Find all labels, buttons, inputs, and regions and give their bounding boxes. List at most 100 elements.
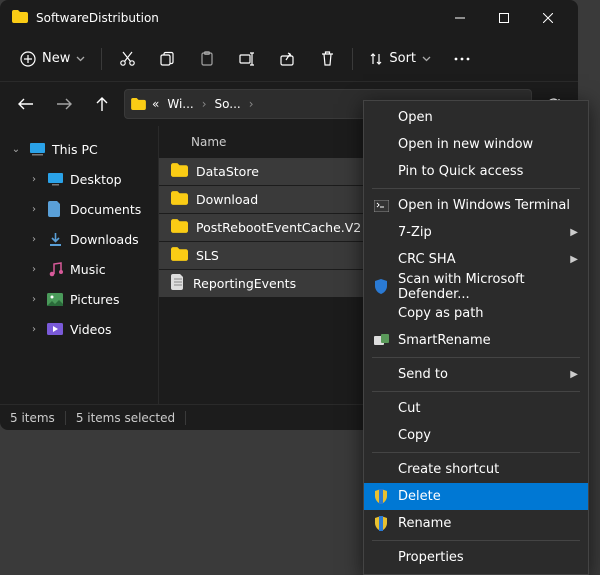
tree-item-music[interactable]: ›Music: [0, 254, 158, 284]
arrow-left-icon: [18, 97, 34, 111]
arrow-right-icon: [56, 97, 72, 111]
rename-button[interactable]: [228, 42, 266, 76]
menu-item-create-shortcut[interactable]: Create shortcut: [364, 456, 588, 483]
tree-item-pictures[interactable]: › Pictures: [0, 284, 158, 314]
file-name: ReportingEvents: [193, 276, 296, 291]
menu-label: SmartRename: [398, 333, 491, 348]
new-button[interactable]: New: [10, 45, 95, 73]
menu-item-open-in-windows-terminal[interactable]: Open in Windows Terminal: [364, 192, 588, 219]
folder-icon: [171, 163, 188, 180]
menu-label: Properties: [398, 550, 464, 565]
tree-item-downloads[interactable]: ›Downloads: [0, 224, 158, 254]
file-icon: [171, 274, 185, 293]
tree-label: Videos: [70, 322, 112, 337]
paste-button[interactable]: [188, 42, 226, 76]
rename-icon: [239, 51, 256, 67]
menu-separator: [372, 391, 580, 392]
menu-label: Send to: [398, 367, 448, 382]
trash-icon: [320, 50, 335, 67]
menu-separator: [372, 540, 580, 541]
tree-item-this-pc[interactable]: ⌄ This PC: [0, 134, 158, 164]
column-label: Name: [191, 135, 226, 149]
folder-icon: [171, 191, 188, 208]
file-name: SLS: [196, 248, 219, 263]
chevron-right-icon[interactable]: ›: [28, 294, 40, 305]
breadcrumb-part[interactable]: Wi...: [165, 97, 195, 111]
terminal-icon: [372, 197, 390, 215]
menu-item-copy-as-path[interactable]: Copy as path: [364, 300, 588, 327]
menu-label: Pin to Quick access: [398, 164, 523, 179]
chevron-right-icon: ▶: [570, 369, 578, 380]
menu-item-cut[interactable]: Cut: [364, 395, 588, 422]
menu-item-smartrename[interactable]: SmartRename: [364, 327, 588, 354]
menu-item-7-zip[interactable]: 7-Zip▶: [364, 219, 588, 246]
menu-item-crc-sha[interactable]: CRC SHA▶: [364, 246, 588, 273]
pictures-icon: [46, 290, 64, 308]
plus-circle-icon: [20, 51, 36, 67]
chevron-right-icon: ›: [247, 97, 256, 111]
menu-label: Open in new window: [398, 137, 533, 152]
maximize-button[interactable]: [482, 2, 526, 34]
menu-separator: [372, 188, 580, 189]
copy-button[interactable]: [148, 42, 186, 76]
status-selected: 5 items selected: [76, 411, 175, 425]
breadcrumb-part[interactable]: So...: [213, 97, 243, 111]
context-menu: Open Open in new window Pin to Quick acces…: [363, 100, 589, 575]
tree-label: This PC: [52, 142, 98, 157]
menu-item-pin-to-quick-access[interactable]: Pin to Quick access: [364, 158, 588, 185]
tree-item-desktop[interactable]: ›Desktop: [0, 164, 158, 194]
menu-label: Copy: [398, 428, 431, 443]
menu-label: 7-Zip: [398, 225, 432, 240]
status-count: 5 items: [10, 411, 55, 425]
minimize-button[interactable]: [438, 2, 482, 34]
back-button[interactable]: [10, 89, 42, 119]
chevron-right-icon[interactable]: ›: [28, 324, 40, 335]
menu-item-delete[interactable]: Delete: [364, 483, 588, 510]
tree-item-documents[interactable]: ›Documents: [0, 194, 158, 224]
menu-label: Delete: [398, 489, 441, 504]
chevron-down-icon[interactable]: ⌄: [10, 144, 22, 155]
menu-item-rename[interactable]: Rename: [364, 510, 588, 537]
menu-item-properties[interactable]: Properties: [364, 544, 588, 571]
folder-icon: [171, 219, 188, 236]
menu-item-scan-with-microsoft-defender[interactable]: Scan with Microsoft Defender...: [364, 273, 588, 300]
sort-button[interactable]: Sort: [359, 45, 441, 72]
menu-separator: [372, 452, 580, 453]
forward-button[interactable]: [48, 89, 80, 119]
videos-icon: [46, 320, 64, 338]
folder-icon: [131, 98, 146, 110]
chevron-right-icon[interactable]: ›: [28, 234, 40, 245]
folder-icon: [171, 247, 188, 264]
navigation-tree: ⌄ This PC ›Desktop›Documents›Downloads›M…: [0, 126, 158, 404]
menu-item-open-in-new-window[interactable]: Open in new window: [364, 131, 588, 158]
menu-item-send-to[interactable]: Send to ▶: [364, 361, 588, 388]
menu-item-open[interactable]: Open: [364, 104, 588, 131]
delete-button[interactable]: [308, 42, 346, 76]
tree-label: Pictures: [70, 292, 120, 307]
sort-icon: [369, 52, 383, 66]
menu-item-copy[interactable]: Copy: [364, 422, 588, 449]
toolbar: New Sort: [0, 36, 578, 82]
cut-button[interactable]: [108, 42, 146, 76]
chevron-down-icon: [76, 56, 85, 62]
folder-icon: [12, 10, 28, 27]
close-button[interactable]: [526, 2, 570, 34]
copy-icon: [159, 51, 175, 67]
music-icon: [46, 260, 64, 278]
chevron-right-icon[interactable]: ›: [28, 204, 40, 215]
titlebar[interactable]: SoftwareDistribution: [0, 0, 578, 36]
menu-label: Copy as path: [398, 306, 484, 321]
chevron-right-icon: ›: [200, 97, 209, 111]
sort-label: Sort: [389, 51, 416, 66]
rename-icon: [372, 332, 390, 350]
up-button[interactable]: [86, 89, 118, 119]
shield-yellow-icon: [372, 488, 390, 506]
chevron-right-icon[interactable]: ›: [28, 174, 40, 185]
desktop-icon: [46, 170, 64, 188]
documents-icon: [46, 200, 64, 218]
chevron-right-icon[interactable]: ›: [28, 264, 40, 275]
share-button[interactable]: [268, 42, 306, 76]
chevron-right-icon: ▶: [570, 254, 578, 265]
tree-item-videos[interactable]: › Videos: [0, 314, 158, 344]
more-button[interactable]: [443, 42, 481, 76]
